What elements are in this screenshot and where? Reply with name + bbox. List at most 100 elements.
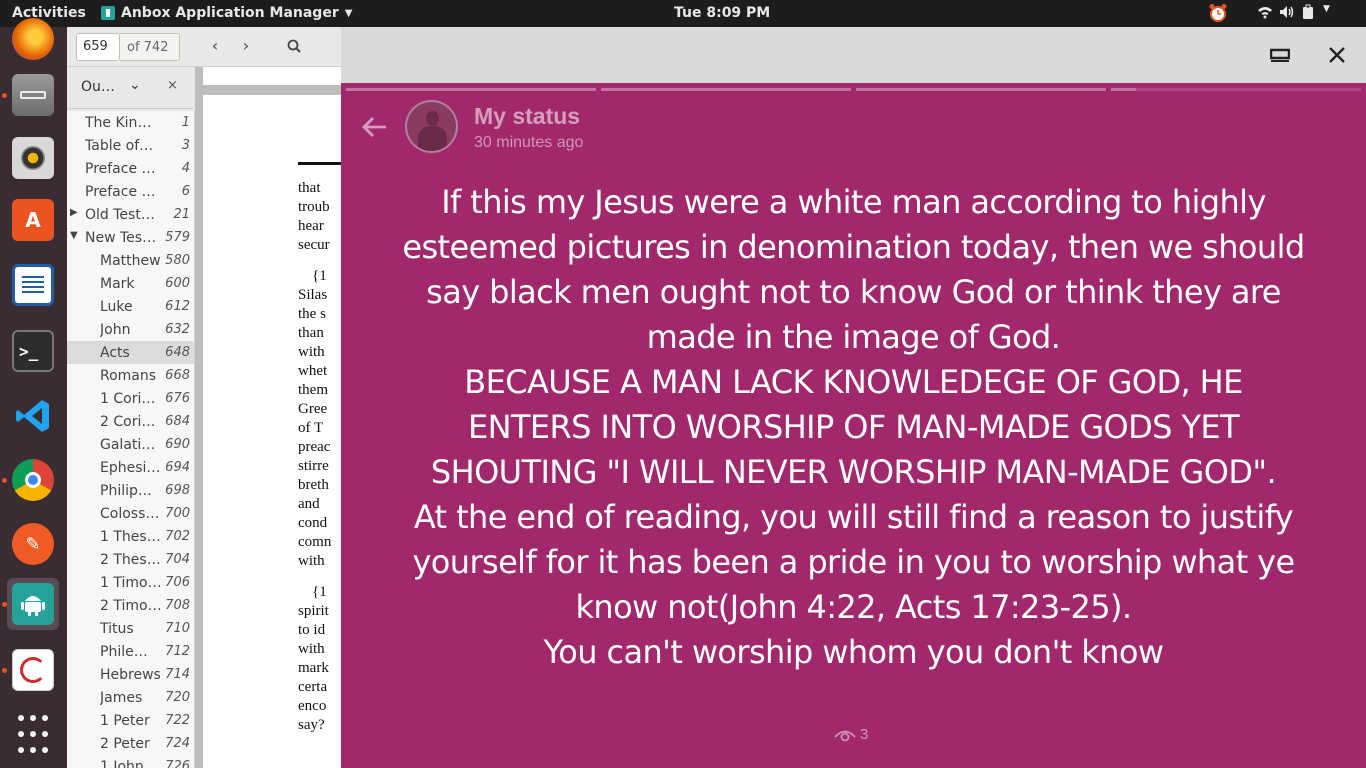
outline-item[interactable]: 1 Timo… 706: [67, 571, 194, 594]
outline-item[interactable]: The King … 1: [67, 111, 194, 134]
back-arrow-button[interactable]: [359, 112, 391, 144]
restore-window-button[interactable]: [1266, 41, 1294, 69]
clipboard-icon[interactable]: [1301, 4, 1317, 20]
status-line: ENTERS INTO WORSHIP OF MAN-MADE GODS YET: [468, 408, 1240, 446]
page-number-input[interactable]: 659: [76, 33, 120, 61]
outline-item[interactable]: Romans 668: [67, 364, 194, 387]
outline-item[interactable]: John 632: [67, 318, 194, 341]
view-count[interactable]: 3: [834, 726, 868, 743]
dock: A >_ ✎: [0, 18, 67, 768]
outline-item[interactable]: 1 Cori… 676: [67, 387, 194, 410]
close-window-button[interactable]: [1323, 41, 1351, 69]
dock-chrome[interactable]: [7, 454, 59, 506]
outline-item-page: 21: [173, 207, 190, 222]
document-viewer-window: 659 of 742 ‹ › Ou… ⌄ × The King … 1 Table …: [67, 27, 367, 768]
outline-item-page: 690: [165, 437, 190, 452]
document-icon: [12, 264, 54, 306]
chevron-down-icon[interactable]: ⌄: [129, 77, 141, 93]
outline-item[interactable]: Preface … 4: [67, 157, 194, 180]
outline-item-label: Table of …: [85, 138, 157, 154]
sidebar-mode-label[interactable]: Ou…: [81, 79, 115, 95]
outline-item-label: New Tes…: [85, 230, 157, 246]
outline-item-page: 726: [165, 759, 190, 768]
outline-item[interactable]: 1 Peter 722: [67, 709, 194, 732]
outline-item[interactable]: 2 Cori… 684: [67, 410, 194, 433]
close-sidebar-icon[interactable]: ×: [167, 78, 178, 93]
outline-item[interactable]: James 720: [67, 686, 194, 709]
outline-item[interactable]: 2 Timo… 708: [67, 594, 194, 617]
outline-item[interactable]: Preface … 6: [67, 180, 194, 203]
caret-down-icon[interactable]: ▼: [1323, 4, 1339, 20]
outline-item[interactable]: Matthew 580: [67, 249, 194, 272]
dock-show-apps[interactable]: [7, 708, 59, 760]
view-count-label: 3: [860, 726, 869, 743]
expander-open-icon[interactable]: ▼: [70, 230, 78, 241]
outline-item-label: Ephesi…: [100, 460, 161, 476]
outline-item[interactable]: 2 Thes… 704: [67, 548, 194, 571]
outline-item-page: 3: [181, 138, 190, 153]
outline-item-label: 2 Thes…: [100, 552, 161, 568]
back-arrow-icon: [362, 117, 386, 137]
status-line: At the end of reading, you will still fi…: [413, 498, 1294, 536]
search-button[interactable]: [279, 33, 309, 61]
outline-item[interactable]: Ephesi… 694: [67, 456, 194, 479]
outline-item[interactable]: Philip… 698: [67, 479, 194, 502]
outline-item-page: 708: [165, 598, 190, 613]
avatar[interactable]: [405, 100, 458, 153]
alarm-clock-icon[interactable]: [1208, 3, 1228, 23]
previous-page-button[interactable]: ‹: [200, 33, 230, 61]
app-menu[interactable]: Anbox Application Manager ▼: [101, 5, 352, 21]
outline-item-page: 712: [165, 644, 190, 659]
dock-writer[interactable]: [7, 259, 59, 311]
dock-document-viewer[interactable]: [7, 644, 59, 696]
dock-software[interactable]: A: [7, 194, 59, 246]
terminal-icon: >_: [12, 330, 54, 372]
dock-terminal[interactable]: >_: [7, 325, 59, 377]
outline-item-page: 714: [165, 667, 190, 682]
wifi-icon[interactable]: [1257, 4, 1273, 20]
outline-item[interactable]: Coloss… 700: [67, 502, 194, 525]
outline-item[interactable]: 1 Thes… 702: [67, 525, 194, 548]
dock-firefox[interactable]: [7, 13, 59, 65]
outline-item-page: 710: [165, 621, 190, 636]
outline-item[interactable]: ▶ Old Test… 21: [67, 203, 194, 226]
status-line: If this my Jesus were a white man accord…: [441, 183, 1266, 221]
outline-item[interactable]: Acts 648: [67, 341, 194, 364]
outline-item[interactable]: Titus 710: [67, 617, 194, 640]
outline-item-page: 722: [165, 713, 190, 728]
dock-postman[interactable]: ✎: [7, 518, 59, 570]
outline-item-page: 706: [165, 575, 190, 590]
vscode-icon: [12, 395, 54, 437]
volume-icon[interactable]: [1279, 4, 1295, 20]
outline-item[interactable]: 2 Peter 724: [67, 732, 194, 755]
dock-vscode[interactable]: [7, 390, 59, 442]
dock-rhythmbox[interactable]: [7, 132, 59, 184]
outline-item[interactable]: Luke 612: [67, 295, 194, 318]
outline-item-page: 648: [165, 345, 190, 360]
dock-anbox[interactable]: [7, 578, 59, 630]
outline-item-label: Phile…: [100, 644, 148, 660]
outline-item-label: 1 Timo…: [100, 575, 162, 591]
outline-item-page: 694: [165, 460, 190, 475]
outline-item-label: Preface …: [85, 161, 156, 177]
outline-item[interactable]: Table of … 3: [67, 134, 194, 157]
outline-item[interactable]: Phile… 712: [67, 640, 194, 663]
next-page-button[interactable]: ›: [231, 33, 261, 61]
status-line: yourself for it has been a pride in you …: [412, 543, 1295, 581]
system-tray[interactable]: ▼: [1257, 4, 1339, 20]
outline-item[interactable]: Hebrews 714: [67, 663, 194, 686]
clock[interactable]: Tue 8:09 PM: [674, 5, 770, 21]
outline-item-label: Preface …: [85, 184, 156, 200]
dock-files[interactable]: [7, 69, 59, 121]
outline-item-label: Old Test…: [85, 207, 155, 223]
outline-item-page: 6: [181, 184, 190, 199]
eye-icon: [834, 730, 856, 741]
expander-closed-icon[interactable]: ▶: [70, 207, 78, 218]
status-timestamp: 30 minutes ago: [474, 134, 584, 151]
outline-item[interactable]: Mark 600: [67, 272, 194, 295]
outline-item[interactable]: Galati… 690: [67, 433, 194, 456]
outline-item[interactable]: 1 John 726: [67, 755, 194, 768]
status-text: If this my Jesus were a white man accord…: [361, 180, 1346, 675]
firefox-icon: [12, 18, 54, 60]
outline-item[interactable]: ▼ New Tes… 579: [67, 226, 194, 249]
